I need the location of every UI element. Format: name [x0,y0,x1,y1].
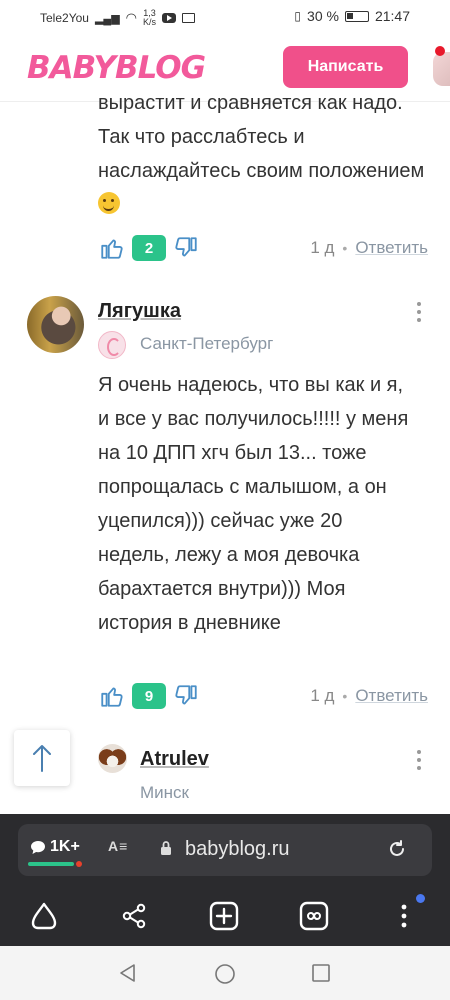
more-options-icon[interactable] [413,750,425,770]
menu-icon[interactable] [386,898,422,934]
tabs-icon[interactable] [296,898,332,934]
dislike-thumb-down-icon[interactable] [172,682,200,710]
vibrate-icon: ▯ [294,9,302,23]
youtube-icon [162,13,177,23]
comment-time: 1 д [310,238,335,257]
reply-link[interactable]: Ответить [355,238,428,258]
dislike-thumb-down-icon[interactable] [172,234,200,262]
network-speed: 1,3 K/s [143,8,157,27]
comment-author[interactable]: Лягушка [98,300,181,323]
comments-count: 1K+ [50,838,80,855]
avatar[interactable] [27,296,84,353]
menu-notification-dot [416,894,425,903]
comments-feed: вырастит и сравняется как надо. Так что … [0,86,450,816]
comment-city: Минск [140,783,189,802]
status-right: ▯ 30 % 21:47 [294,8,410,24]
arrow-up-icon [33,745,51,772]
chat-bubble-icon [31,840,45,854]
reply-link[interactable]: Ответить [355,686,428,706]
avatar[interactable] [98,744,127,773]
comment-time: 1 д [310,686,335,705]
signal-icon: ▂▄▆ [94,12,120,25]
reader-mode-icon[interactable]: A≡ [108,838,128,854]
notification-dot [435,46,445,56]
url-text[interactable]: babyblog.ru [185,838,290,861]
reload-icon[interactable] [386,838,408,860]
new-tab-icon[interactable] [206,898,242,934]
recent-apps-icon[interactable] [311,963,331,983]
carrier-label: Tele2You [40,11,89,25]
likes-count: 2 [132,235,166,261]
comment-city: Санкт-Петербург [140,334,274,353]
wifi-icon: ◠ [125,10,137,25]
previous-comment-text: вырастит и сравняется как надо. Так что … [98,86,428,222]
mail-icon [182,13,196,23]
comment-actions: 9 1 д • Ответить [98,680,428,712]
smile-emoji-icon [98,192,120,214]
scroll-to-top-button[interactable] [14,730,70,786]
separator-dot: • [342,240,348,256]
lock-icon [161,841,171,855]
comment-author[interactable]: Atrulev [140,748,209,771]
like-thumb-up-icon[interactable] [98,234,126,262]
progress-dot [76,861,82,867]
clock: 21:47 [374,8,410,24]
back-icon[interactable] [118,963,138,983]
status-left: Tele2You ▂▄▆ ◠ 1,3 K/s [40,8,196,27]
address-bar[interactable]: 1K+ A≡ babyblog.ru [18,824,432,876]
browser-address-area: 1K+ A≡ babyblog.ru [0,814,450,886]
likes-count: 9 [132,683,166,709]
progress-line [28,862,74,866]
home-icon[interactable] [214,963,236,985]
separator-dot: • [342,688,348,704]
write-button[interactable]: Написать [283,46,408,88]
comment-text: Я очень надеюсь, что вы как и я, и все у… [98,374,409,634]
babyblog-logo[interactable]: BABYBLOG [27,50,206,86]
status-bar: Tele2You ▂▄▆ ◠ 1,3 K/s ▯ 30 % 21:47 [0,0,450,34]
battery-percent: 30 % [307,8,339,24]
city-badge-icon [98,331,126,359]
system-navigation [0,946,450,1000]
like-thumb-up-icon[interactable] [98,682,126,710]
battery-icon [344,10,369,22]
browser-toolbar [0,886,450,946]
more-options-icon[interactable] [413,302,425,322]
share-icon[interactable] [116,898,152,934]
comments-counter-button[interactable]: 1K+ [30,838,80,856]
user-avatar[interactable] [433,52,450,86]
previous-comment-actions: 2 1 д • Ответить [98,232,428,264]
alice-assistant-icon[interactable] [26,898,62,934]
